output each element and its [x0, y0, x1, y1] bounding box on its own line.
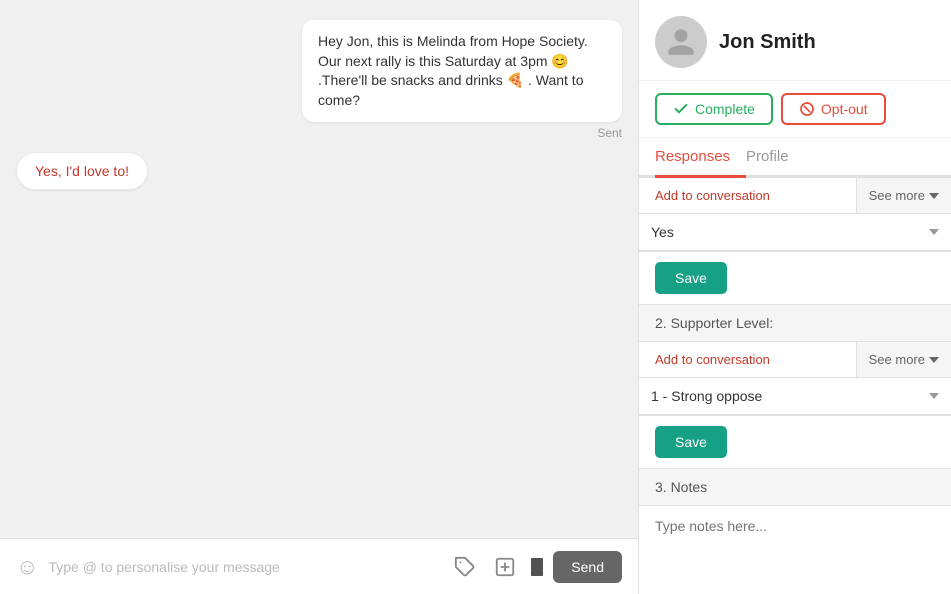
- see-more-button-2[interactable]: See more: [856, 342, 951, 377]
- add-to-conversation-label[interactable]: Add to conversation: [639, 178, 856, 213]
- supporter-level-dropdown[interactable]: 1 - Strong oppose 2 - Lean oppose 3 - Ne…: [639, 378, 951, 415]
- action-buttons: Complete Opt-out: [639, 81, 951, 138]
- conversation-area: Add to conversation See more: [639, 178, 951, 214]
- contact-header: Jon Smith: [639, 0, 951, 81]
- optout-label: Opt-out: [821, 101, 868, 117]
- supporter-level-dropdown-wrapper: 1 - Strong oppose 2 - Lean oppose 3 - Ne…: [639, 378, 951, 416]
- outgoing-message: Hey Jon, this is Melinda from Hope Socie…: [302, 20, 622, 140]
- contact-name: Jon Smith: [719, 31, 816, 54]
- right-panel: Jon Smith Complete Opt-out Responses Pro…: [638, 0, 951, 594]
- avatar: [655, 16, 707, 68]
- sent-label: Sent: [302, 126, 622, 140]
- chat-panel: Hey Jon, this is Melinda from Hope Socie…: [0, 0, 638, 594]
- complete-button[interactable]: Complete: [655, 93, 773, 125]
- chat-placeholder: Type @ to personalise your message: [48, 559, 439, 575]
- send-button[interactable]: Send: [553, 551, 622, 583]
- outgoing-text: Hey Jon, this is Melinda from Hope Socie…: [318, 33, 588, 108]
- save-button-1[interactable]: Save: [655, 262, 727, 294]
- save-button-2[interactable]: Save: [655, 426, 727, 458]
- chat-action-icons: [449, 551, 543, 583]
- responses-section: Add to conversation See more Yes No Mayb…: [639, 178, 951, 569]
- incoming-message: Yes, I'd love to!: [16, 152, 148, 190]
- add-message-icon-button[interactable]: [489, 551, 521, 583]
- conversation-area-2: Add to conversation See more: [639, 342, 951, 378]
- yes-no-dropdown-wrapper: Yes No Maybe: [639, 214, 951, 252]
- section-3-header: 3. Notes: [639, 468, 951, 506]
- outgoing-bubble: Hey Jon, this is Melinda from Hope Socie…: [302, 20, 622, 122]
- cursor-indicator: [531, 558, 543, 576]
- chat-input-bar: ☺ Type @ to personalise your message: [0, 538, 638, 594]
- notes-textarea[interactable]: [639, 506, 951, 566]
- tab-responses[interactable]: Responses: [655, 138, 746, 178]
- tab-profile[interactable]: Profile: [746, 138, 805, 178]
- complete-label: Complete: [695, 101, 755, 117]
- yes-no-dropdown[interactable]: Yes No Maybe: [639, 214, 951, 251]
- add-to-conversation-label-2[interactable]: Add to conversation: [639, 342, 856, 377]
- see-more-button[interactable]: See more: [856, 178, 951, 213]
- section-2-header: 2. Supporter Level:: [639, 304, 951, 342]
- optout-button[interactable]: Opt-out: [781, 93, 886, 125]
- emoji-icon[interactable]: ☺: [16, 554, 38, 580]
- incoming-bubble: Yes, I'd love to!: [16, 152, 148, 190]
- chat-messages: Hey Jon, this is Melinda from Hope Socie…: [0, 0, 638, 538]
- incoming-text: Yes, I'd love to!: [35, 163, 129, 179]
- tabs-bar: Responses Profile: [639, 138, 951, 178]
- tag-icon-button[interactable]: [449, 551, 481, 583]
